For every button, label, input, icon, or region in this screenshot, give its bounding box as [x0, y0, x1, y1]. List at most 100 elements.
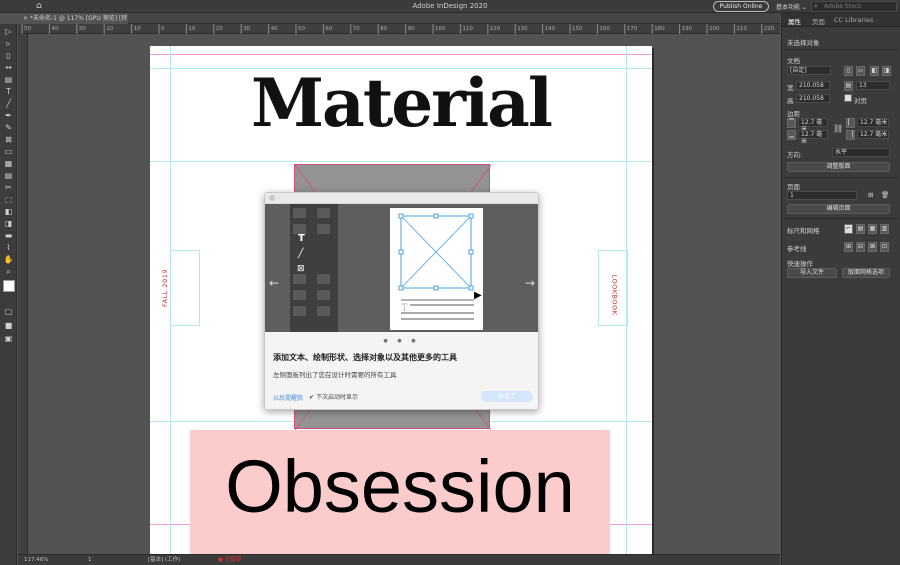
ruler-tick-label: 100 [435, 26, 446, 32]
gradient-feather-tool-icon[interactable]: ◨ [3, 219, 14, 229]
ruler-tick-label: 210 [736, 26, 747, 32]
next-slide-arrow[interactable]: → [525, 276, 535, 290]
delete-page-icon[interactable]: 🗑 [881, 191, 889, 199]
selection-tool-icon[interactable]: ▷ [3, 27, 14, 37]
pages-count-field[interactable]: 13 [856, 81, 890, 90]
show-guides-icon[interactable]: ⊞ [844, 242, 853, 252]
slide-pagination-dots[interactable]: ● ● ● [265, 338, 538, 344]
preflight-profile[interactable]: [基本] (工作) [148, 555, 180, 565]
ruler-toggle-icon[interactable]: ⌐ [844, 224, 853, 234]
formatting-affects-container-icon[interactable]: ▢ [3, 307, 14, 317]
import-file-button[interactable]: 导入文件 [787, 268, 837, 278]
ruler-tick-label: 170 [627, 26, 638, 32]
gradient-swatch-tool-icon[interactable]: ◧ [3, 207, 14, 217]
tools-illustration: T ╱ ⊠ T ▶ ← → [265, 204, 538, 332]
workspace-switcher[interactable]: 基本功能 ⌄ [776, 2, 807, 11]
ruler-tick-label: 50 [298, 26, 305, 32]
pages-count-icon: ▤ [844, 81, 853, 91]
adjust-layout-button[interactable]: 调整版面 [787, 162, 890, 172]
left-text-frame[interactable] [170, 250, 200, 326]
previous-slide-arrow[interactable]: ← [269, 276, 279, 290]
link-margins-icon[interactable]: ⛓ [833, 124, 843, 133]
add-page-icon[interactable]: ⊞ [868, 191, 873, 199]
snap-guides-icon[interactable]: ⊡ [880, 242, 889, 252]
close-tab-icon[interactable]: × [23, 15, 28, 22]
smart-guides-icon[interactable]: ⊠ [868, 242, 877, 252]
publish-online-button[interactable]: Publish Online [713, 1, 769, 12]
margin-bottom-field[interactable]: 12.7 毫米 [798, 130, 828, 145]
tab-cc-libraries[interactable]: CC Libraries [834, 16, 873, 24]
ruler-tick-label: 50 [24, 26, 31, 32]
pencil-tool-icon[interactable]: ✎ [3, 123, 14, 133]
illustration-type-icon: T [298, 233, 305, 244]
status-bar: 117.46% 1 [基本] (工作) ● 无错误 [18, 554, 780, 565]
page-tool-icon[interactable]: ▯ [3, 51, 14, 61]
direct-selection-tool-icon[interactable]: ▹ [3, 39, 14, 49]
tools-panel: ▷ ▹ ▯ ↔ ▤ T ╱ ✒ ✎ ⊠ ▭ ▦ ▤ ✂ ⬚ ◧ ◨ ▬ ⌇ ✋ … [0, 24, 17, 565]
lock-guides-icon[interactable]: ⊟ [856, 242, 865, 252]
frame-grid-tool-icon[interactable]: ▦ [3, 159, 14, 169]
tab-properties[interactable]: 属性 [788, 16, 801, 26]
headline-obsession[interactable]: Obsession [190, 444, 610, 529]
height-field[interactable]: 210.058 [796, 94, 830, 103]
margin-top-icon: ▔ [787, 118, 796, 128]
page-grid-options-button[interactable]: 版面网格选项 [842, 268, 890, 278]
line-tool-icon[interactable]: ╱ [3, 99, 14, 109]
illustration-page: T ▶ [390, 208, 483, 330]
fill-swatch-icon[interactable] [3, 280, 15, 292]
document-tab[interactable]: × *未命名-1 @ 117% [GPU 预览] [转换] [18, 13, 128, 33]
direction-select[interactable]: 水平 [832, 148, 890, 157]
baseline-grid-icon[interactable]: ▤ [856, 224, 865, 234]
hand-tool-icon[interactable]: ✋ [3, 255, 14, 265]
rectangle-tool-icon[interactable]: ▭ [3, 147, 14, 157]
horizontal-ruler[interactable]: 50 40 30 20 10 0 10 20 30 40 50 60 70 80 90 100 110 120 13… [18, 24, 780, 34]
close-dialog-icon[interactable] [269, 195, 275, 201]
vertical-ruler[interactable] [18, 34, 28, 554]
apply-color-icon[interactable]: ■ [3, 321, 14, 331]
note-tool-icon[interactable]: ▬ [3, 231, 14, 241]
binding-left-icon[interactable]: ◧ [870, 66, 879, 76]
page-number[interactable]: 1 [88, 555, 92, 565]
show-on-launch-checkbox[interactable]: ✔ 下次启动时显示 [309, 392, 358, 401]
free-transform-tool-icon[interactable]: ⬚ [3, 195, 14, 205]
margin-outside-field[interactable]: 12.7 毫米 [857, 130, 889, 139]
ruler-tick-label: 60 [325, 26, 332, 32]
stock-search-input[interactable]: ⌕ Adobe Stock [811, 1, 897, 12]
ruler-tick-label: 130 [517, 26, 528, 32]
rectangle-frame-tool-icon[interactable]: ⊠ [3, 135, 14, 145]
page-select[interactable]: 1 [787, 191, 857, 200]
content-collector-icon[interactable]: ▤ [3, 75, 14, 85]
eyedropper-tool-icon[interactable]: ⌇ [3, 243, 14, 253]
binding-right-icon[interactable]: ◨ [882, 66, 891, 76]
gap-tool-icon[interactable]: ↔ [3, 63, 14, 73]
type-tool-icon[interactable]: T [3, 87, 14, 97]
scissors-tool-icon[interactable]: ✂ [3, 183, 14, 193]
headline-material[interactable]: Material [150, 64, 652, 142]
got-it-button[interactable]: 知道了 [481, 391, 533, 402]
document-preset-select[interactable]: [自定] [787, 66, 831, 75]
panel-divider [784, 177, 898, 178]
layout-grid-icon[interactable]: ▥ [880, 224, 889, 234]
preflight-status[interactable]: ● 无错误 [218, 555, 241, 565]
facing-pages-checkbox[interactable] [844, 94, 852, 102]
zoom-tool-icon[interactable]: ⌕ [3, 267, 14, 277]
ruler-tick-label: 120 [490, 26, 501, 32]
remind-later-link[interactable]: 以后提醒我 [273, 393, 303, 402]
zoom-level[interactable]: 117.46% [24, 555, 48, 565]
landscape-orientation-icon[interactable]: ▭ [856, 66, 865, 76]
margin-inside-field[interactable]: 12.7 毫米 [857, 118, 889, 127]
horizontal-grid-tool-icon[interactable]: ▤ [3, 171, 14, 181]
height-label: 高 [787, 97, 794, 105]
edit-page-button[interactable]: 编辑页面 [787, 204, 890, 214]
width-field[interactable]: 210.058 [796, 81, 830, 90]
dialog-heading: 添加文本、绘制形状、选择对象以及其他更多的工具 [273, 353, 457, 362]
ruler-tick-label: 200 [709, 26, 720, 32]
tab-pages[interactable]: 页面 [812, 16, 825, 26]
cursor-arrow-icon: ▶ [474, 290, 482, 301]
portrait-orientation-icon[interactable]: ▯ [844, 66, 853, 76]
margin-top-field[interactable]: 12.7 毫米 [798, 118, 828, 133]
normal-view-icon[interactable]: ▣ [3, 334, 14, 344]
ruler-tick-label: 70 [353, 26, 360, 32]
document-grid-icon[interactable]: ▦ [868, 224, 877, 234]
pen-tool-icon[interactable]: ✒ [3, 111, 14, 121]
